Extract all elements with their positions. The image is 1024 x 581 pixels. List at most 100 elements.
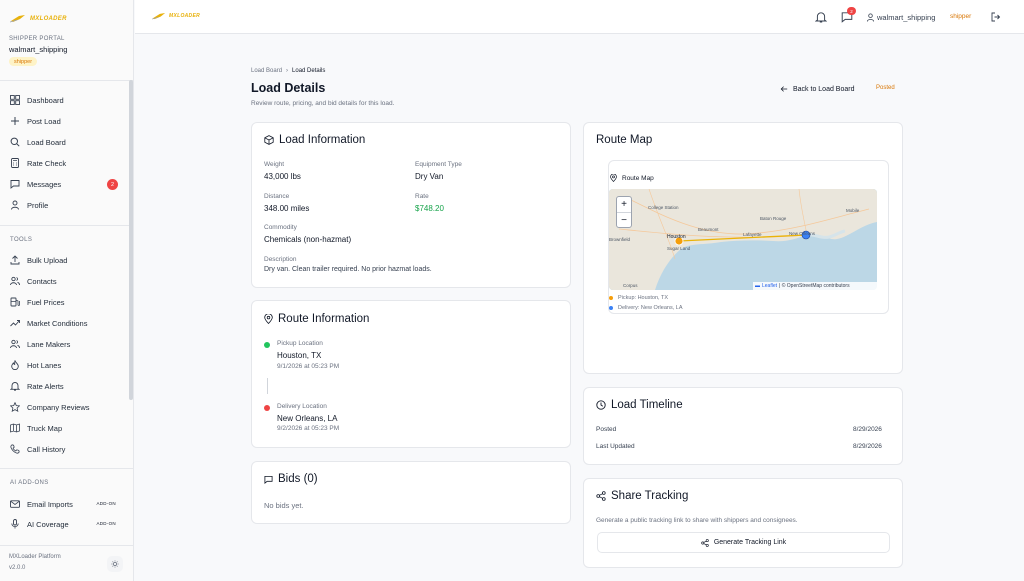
legend-text: Pickup: Houston, TX xyxy=(618,295,669,301)
breadcrumb-current: Load Details xyxy=(292,68,326,74)
logout-icon[interactable] xyxy=(991,12,1001,22)
top-user-name[interactable]: walmart_shipping xyxy=(877,13,935,22)
bell-icon[interactable] xyxy=(815,11,827,23)
card-title-text: Route Information xyxy=(278,313,370,325)
delivery-location: New Orleans, LA xyxy=(277,414,338,423)
flag-icon: ▬ xyxy=(755,283,760,289)
zoom-in-button[interactable]: + xyxy=(617,197,631,212)
nav-profile[interactable]: Profile xyxy=(10,197,122,213)
bids-card xyxy=(251,461,571,524)
pickup-legend-dot xyxy=(609,296,613,300)
share-icon xyxy=(701,538,709,547)
calculator-icon xyxy=(11,158,19,168)
nav-label: Profile xyxy=(27,200,49,210)
map-panel-header: Route Map xyxy=(610,174,654,182)
nav-label: AI Coverage xyxy=(27,519,69,529)
map-panel-title: Route Map xyxy=(622,174,654,182)
addons-section-label: AI ADD-ONS xyxy=(10,480,49,486)
last-updated-label: Last Updated xyxy=(596,443,635,450)
bids-title: Bids (0) xyxy=(264,473,318,485)
nav-load-board[interactable]: Load Board xyxy=(10,134,122,150)
card-title-text: Load Timeline xyxy=(611,399,683,411)
osm-attribution[interactable]: | © OpenStreetMap contributors xyxy=(779,283,850,289)
sidebar: MXLOADER SHIPPER PORTAL walmart_shipping… xyxy=(0,0,134,581)
nav-post-load[interactable]: Post Load xyxy=(10,113,122,129)
messages-badge: 2 xyxy=(107,179,118,190)
nav-company-reviews[interactable]: Company Reviews xyxy=(10,399,122,415)
distance-value: 348.00 miles xyxy=(264,204,310,213)
theme-toggle-button[interactable] xyxy=(107,556,123,572)
role-badge: shipper xyxy=(9,57,38,66)
generate-tracking-link-button[interactable]: Generate Tracking Link xyxy=(597,532,890,553)
flame-icon xyxy=(11,360,19,370)
legend-text: Delivery: New Orleans, LA xyxy=(618,305,683,311)
sidebar-scrollbar[interactable] xyxy=(129,80,133,400)
platform-name: MXLoader Platform xyxy=(9,554,61,560)
nav-label: Contacts xyxy=(27,276,57,286)
posted-date: 8/29/2026 xyxy=(853,426,882,433)
nav-bulk-upload[interactable]: Bulk Upload xyxy=(10,252,122,268)
button-label: Generate Tracking Link xyxy=(713,539,787,546)
bids-empty-text: No bids yet. xyxy=(264,501,304,510)
map-city-label: Mobile xyxy=(846,208,860,213)
nav-contacts[interactable]: Contacts xyxy=(10,273,122,289)
nav-label: Dashboard xyxy=(27,95,64,105)
search-icon xyxy=(10,137,20,147)
breadcrumb-parent-link[interactable]: Load Board xyxy=(251,68,282,74)
nav-truck-map[interactable]: Truck Map xyxy=(10,420,122,436)
portal-user: walmart_shipping xyxy=(9,45,68,54)
message-icon xyxy=(10,180,20,189)
page-subtitle: Review route, pricing, and bid details f… xyxy=(251,100,395,107)
weight-label: Weight xyxy=(264,161,285,168)
nav-label: Company Reviews xyxy=(27,402,90,412)
nav-label: Rate Alerts xyxy=(27,381,64,391)
nav-market-conditions[interactable]: Market Conditions xyxy=(10,315,122,331)
nav-dashboard[interactable]: Dashboard xyxy=(10,92,122,108)
nav-rate-check[interactable]: Rate Check xyxy=(10,155,122,171)
nav-rate-alerts[interactable]: Rate Alerts xyxy=(10,378,122,394)
posted-label: Posted xyxy=(596,426,617,433)
legend-delivery: Delivery: New Orleans, LA xyxy=(609,305,683,311)
route-map[interactable]: College Station Baton Rouge Mobile Beaum… xyxy=(609,189,877,290)
card-title-text: Bids (0) xyxy=(278,473,318,485)
equipment-label: Equipment Type xyxy=(415,161,462,168)
map-city-label: Lafayette xyxy=(743,232,762,237)
nav-label: Hot Lanes xyxy=(27,360,62,370)
top-brand-logo[interactable]: MXLOADER xyxy=(152,12,200,20)
zoom-out-button[interactable]: − xyxy=(617,213,631,228)
nav-call-history[interactable]: Call History xyxy=(10,441,122,457)
sidebar-divider xyxy=(0,225,134,226)
user-icon xyxy=(866,13,875,22)
nav-hot-lanes[interactable]: Hot Lanes xyxy=(10,357,122,373)
nav-messages[interactable]: Messages 2 xyxy=(10,176,122,192)
user-icon xyxy=(11,200,19,210)
brand-logo[interactable]: MXLOADER xyxy=(10,14,67,23)
users-icon xyxy=(10,339,20,349)
nav-lane-makers[interactable]: Lane Makers xyxy=(10,336,122,352)
last-updated-date: 8/29/2026 xyxy=(853,443,882,450)
leaflet-link[interactable]: Leaflet xyxy=(762,283,777,289)
mic-icon xyxy=(11,519,19,529)
map-icon xyxy=(10,423,20,433)
back-to-load-board-button[interactable]: Back to Load Board xyxy=(780,85,855,93)
nav-fuel-prices[interactable]: Fuel Prices xyxy=(10,294,122,310)
map-tiles[interactable]: College Station Baton Rouge Mobile Beaum… xyxy=(609,189,877,290)
pickup-time: 9/1/2026 at 05:23 PM xyxy=(277,363,340,370)
message-square-icon xyxy=(264,475,273,484)
description-label: Description xyxy=(264,256,297,263)
equipment-value: Dry Van xyxy=(415,172,444,181)
nav-email-imports[interactable]: Email Imports ADD-ON xyxy=(10,496,122,512)
map-pin-icon xyxy=(264,314,273,324)
nav-ai-coverage[interactable]: AI Coverage ADD-ON xyxy=(10,516,122,532)
pickup-location: Houston, TX xyxy=(277,351,322,360)
map-city-label: Sugar Land xyxy=(667,246,691,251)
sidebar-divider xyxy=(0,468,134,469)
addon-tag: ADD-ON xyxy=(96,501,116,506)
distance-label: Distance xyxy=(264,193,290,200)
share-icon xyxy=(596,491,606,501)
sun-icon xyxy=(111,560,119,568)
map-city-label: College Station xyxy=(648,205,679,210)
nav-label: Call History xyxy=(27,444,66,454)
map-city-label: Beaumont xyxy=(698,227,719,232)
truck-logo-icon xyxy=(152,12,166,20)
